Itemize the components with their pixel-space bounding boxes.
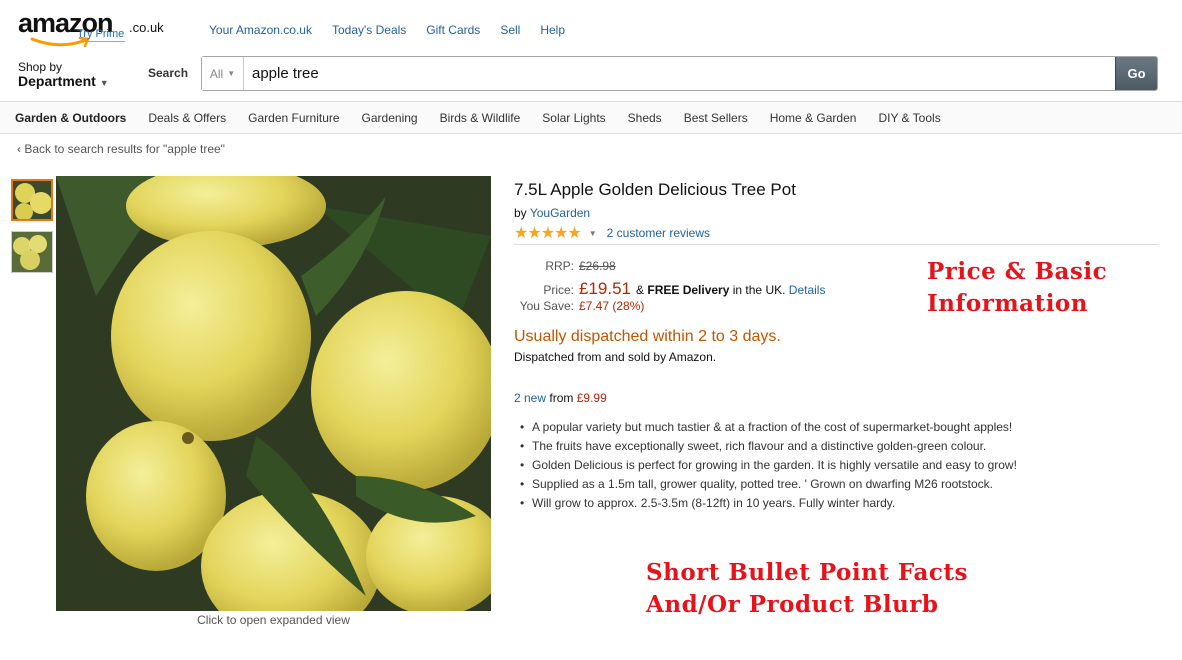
delivery-amp: & — [636, 283, 645, 297]
nav-help[interactable]: Help — [540, 23, 565, 37]
list-item: Will grow to approx. 2.5-3.5m (8-12ft) i… — [520, 496, 1017, 515]
sub-nav-best-sellers[interactable]: Best Sellers — [684, 111, 748, 125]
apples-thumb-image — [12, 232, 52, 272]
dispatch-status: Usually dispatched within 2 to 3 days. — [514, 328, 781, 345]
save-label: You Save: — [519, 299, 574, 313]
sub-nav-home-garden[interactable]: Home & Garden — [770, 111, 857, 125]
try-prime-link[interactable]: Try Prime — [77, 28, 124, 40]
list-item: A popular variety but much tastier & at … — [520, 420, 1017, 439]
new-offers: 2 new from £9.99 — [514, 391, 607, 405]
shop-by-label: Shop by — [18, 60, 63, 74]
logo-tld: .co.uk — [129, 20, 164, 35]
byline: by YouGarden — [514, 206, 590, 220]
from-label: from — [549, 391, 574, 405]
price-label: Price: — [543, 283, 574, 297]
annotation-line: Information — [927, 290, 1088, 317]
sub-nav-garden-furniture[interactable]: Garden Furniture — [248, 111, 339, 125]
sub-nav-deals-offers[interactable]: Deals & Offers — [148, 111, 226, 125]
image-caption: Click to open expanded view — [197, 613, 350, 627]
annotation-line: Short Bullet Point Facts — [646, 559, 968, 586]
department-label: Department — [18, 73, 96, 89]
sub-nav-sheds[interactable]: Sheds — [628, 111, 662, 125]
site-header: amazon .co.uk Try Prime Your Amazon.co.u… — [0, 0, 1182, 102]
shop-by-department[interactable]: Shop by Department ▼ — [18, 60, 109, 90]
search-label: Search — [148, 66, 189, 80]
new-offers-link[interactable]: 2 new — [514, 391, 546, 405]
feature-bullets: A popular variety but much tastier & at … — [520, 420, 1017, 515]
nav-gift-cards[interactable]: Gift Cards — [426, 23, 480, 37]
new-offers-price: £9.99 — [576, 391, 607, 405]
sold-by: Dispatched from and sold by Amazon. — [514, 350, 717, 364]
save-value: £7.47 (28%) — [579, 299, 645, 313]
apples-thumb-image — [13, 181, 51, 219]
price-row: Price: £19.51 & FREE Delivery in the UK.… — [514, 279, 825, 299]
annotation-line: Price & Basic — [927, 258, 1108, 285]
product-main-image[interactable] — [56, 176, 491, 611]
sub-nav-birds-wildlife[interactable]: Birds & Wildlife — [440, 111, 521, 125]
annotation-bullet-facts: Short Bullet Point Facts And/Or Product … — [646, 557, 968, 621]
sub-nav-gardening[interactable]: Gardening — [362, 111, 418, 125]
rrp-value: £26.98 — [579, 259, 616, 273]
thumbnail-2[interactable] — [11, 231, 53, 273]
rating-row: ★★★★★ ▼ 2 customer reviews — [514, 223, 710, 243]
customer-reviews-link[interactable]: 2 customer reviews — [607, 226, 710, 240]
delivery-details-link[interactable]: Details — [789, 283, 826, 297]
delivery-region: in the UK. — [732, 283, 786, 297]
chevron-down-icon[interactable]: ▼ — [589, 229, 597, 238]
try-prime-underline — [77, 41, 125, 42]
list-item: The fruits have exceptionally sweet, ric… — [520, 439, 1017, 458]
nav-todays-deals[interactable]: Today's Deals — [332, 23, 406, 37]
product-title: 7.5L Apple Golden Delicious Tree Pot — [514, 180, 796, 199]
rrp-row: RRP: £26.98 — [514, 259, 825, 279]
chevron-down-icon: ▼ — [99, 78, 109, 88]
rrp-label: RRP: — [545, 259, 574, 273]
nav-your-amazon[interactable]: Your Amazon.co.uk — [209, 23, 312, 37]
thumbnail-strip — [11, 179, 53, 283]
search-category-value: All — [209, 66, 224, 81]
sub-nav-diy-tools[interactable]: DIY & Tools — [878, 111, 940, 125]
search-category-select[interactable]: All ▼ — [202, 57, 244, 90]
chevron-down-icon: ▼ — [227, 69, 236, 78]
price-table: RRP: £26.98 Price: £19.51 & FREE Deliver… — [514, 259, 826, 319]
brand-link[interactable]: YouGarden — [530, 206, 590, 220]
price-value: £19.51 — [579, 279, 631, 298]
free-delivery-label: FREE Delivery — [647, 283, 730, 297]
star-rating-icon[interactable]: ★★★★★ — [514, 223, 582, 243]
category-sub-nav: Garden & Outdoors Deals & Offers Garden … — [0, 101, 1182, 134]
annotation-price-info: Price & Basic Information — [927, 256, 1107, 320]
search-input[interactable] — [244, 57, 1115, 90]
sub-nav-garden-outdoors[interactable]: Garden & Outdoors — [15, 111, 126, 125]
list-item: Supplied as a 1.5m tall, grower quality,… — [520, 477, 1017, 496]
back-to-results-link[interactable]: ‹ Back to search results for "apple tree… — [17, 142, 225, 156]
annotation-line: And/Or Product Blurb — [646, 591, 939, 618]
thumbnail-1[interactable] — [11, 179, 53, 221]
nav-sell[interactable]: Sell — [500, 23, 520, 37]
divider — [514, 244, 1159, 245]
search-bar: All▼ Go — [201, 56, 1158, 91]
golden-apples-image — [56, 176, 491, 611]
top-nav: Your Amazon.co.uk Today's Deals Gift Car… — [209, 23, 585, 37]
sub-nav-solar-lights[interactable]: Solar Lights — [542, 111, 605, 125]
list-item: Golden Delicious is perfect for growing … — [520, 458, 1017, 477]
save-row: You Save: £7.47 (28%) — [514, 299, 825, 319]
by-label: by — [514, 206, 527, 220]
search-go-button[interactable]: Go — [1115, 57, 1157, 90]
